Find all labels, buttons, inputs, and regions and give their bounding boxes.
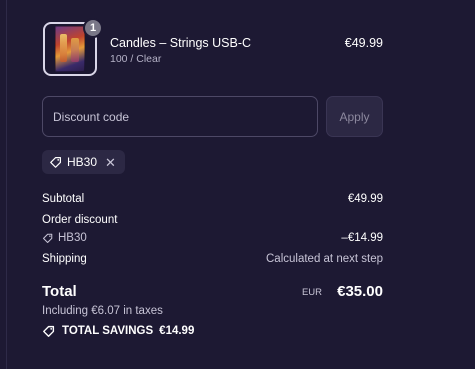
discount-value: –€14.99	[341, 232, 383, 244]
close-icon[interactable]: ✕	[105, 156, 116, 169]
tag-icon	[42, 233, 53, 244]
tag-icon	[43, 325, 55, 337]
applied-discount-chip: HB30 ✕	[42, 150, 125, 174]
order-discount-row: Order discount	[42, 214, 383, 228]
total-label: Total	[42, 283, 77, 300]
applied-code-label: HB30	[67, 155, 98, 169]
product-name: Candles – Strings USB-C	[110, 36, 252, 50]
order-summary: 1 Candles – Strings USB-C 100 / Clear €4…	[0, 0, 475, 369]
discount-code-row: HB30 –€14.99	[42, 232, 383, 246]
savings-label: TOTAL SAVINGS	[62, 325, 154, 337]
shipping-row: Shipping Calculated at next step	[42, 253, 383, 267]
product-variant: 100 / Clear	[110, 53, 162, 65]
total-currency: EUR	[301, 287, 322, 298]
taxes-note: Including €6.07 in taxes	[42, 305, 163, 317]
shipping-value: Calculated at next step	[266, 253, 383, 265]
order-discount-label: Order discount	[42, 214, 118, 226]
subtotal-value: €49.99	[347, 193, 383, 205]
tag-icon	[50, 157, 61, 168]
shipping-label: Shipping	[42, 253, 87, 265]
discount-code-line: HB30	[42, 232, 87, 244]
quantity-badge: 1	[83, 18, 103, 38]
subtotal-label: Subtotal	[42, 193, 85, 205]
total-value: €35.00	[337, 283, 383, 300]
discount-code-label: HB30	[58, 232, 87, 244]
product-image	[55, 26, 85, 72]
apply-button[interactable]: Apply	[326, 96, 383, 137]
divider	[6, 0, 7, 369]
subtotal-row: Subtotal €49.99	[42, 193, 383, 207]
discount-code-input[interactable]	[42, 96, 318, 137]
product-price: €49.99	[344, 36, 383, 50]
savings-value: €14.99	[159, 325, 195, 337]
line-item: 1 Candles – Strings USB-C 100 / Clear €4…	[43, 18, 383, 78]
total-savings: TOTAL SAVINGS €14.99	[42, 324, 194, 338]
